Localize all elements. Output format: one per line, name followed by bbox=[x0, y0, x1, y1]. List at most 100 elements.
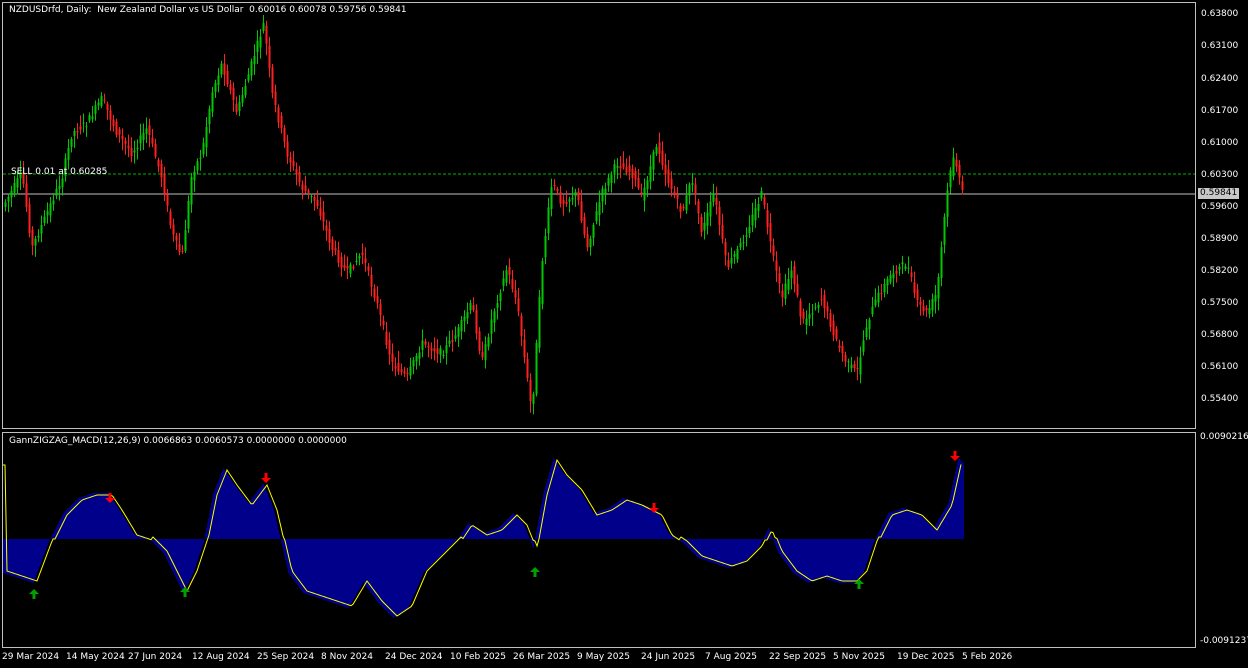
candle-body bbox=[811, 313, 814, 315]
candle-body bbox=[487, 337, 490, 347]
candle bbox=[478, 327, 481, 355]
candle-body bbox=[40, 225, 43, 234]
candle bbox=[817, 301, 820, 313]
candle-body bbox=[556, 188, 559, 192]
candle-body bbox=[607, 177, 610, 186]
candle bbox=[409, 357, 412, 380]
arrow-shaft bbox=[533, 571, 537, 577]
candle-body bbox=[409, 366, 412, 376]
candle-body bbox=[628, 165, 631, 172]
candle bbox=[379, 298, 382, 327]
candle bbox=[760, 187, 763, 201]
candle-body bbox=[796, 283, 799, 296]
candle-body bbox=[655, 146, 658, 154]
candle-body bbox=[286, 141, 289, 157]
candle bbox=[226, 64, 229, 88]
candle bbox=[631, 164, 634, 190]
candle-body bbox=[709, 201, 712, 217]
candle bbox=[883, 278, 886, 298]
arrow-shaft bbox=[857, 583, 861, 589]
candle bbox=[658, 132, 661, 163]
candle bbox=[91, 106, 94, 123]
candle bbox=[526, 352, 529, 382]
candle-body bbox=[238, 101, 241, 112]
candle bbox=[70, 136, 73, 153]
candle bbox=[124, 137, 127, 155]
candle bbox=[367, 263, 370, 277]
candle bbox=[250, 58, 253, 81]
candle bbox=[289, 151, 292, 172]
candle bbox=[568, 196, 571, 213]
candle bbox=[265, 20, 268, 56]
candle bbox=[463, 310, 466, 332]
candle-body bbox=[847, 361, 850, 363]
candle bbox=[655, 143, 658, 156]
candle-body bbox=[301, 184, 304, 191]
candle-body bbox=[844, 354, 847, 362]
candle-body bbox=[196, 161, 199, 171]
candle-body bbox=[145, 128, 148, 134]
candle-body bbox=[805, 318, 808, 326]
candle bbox=[295, 162, 298, 186]
candle-body bbox=[202, 142, 205, 155]
candle-body bbox=[907, 267, 910, 269]
candle-body bbox=[814, 307, 817, 309]
candle bbox=[688, 182, 691, 205]
candle-body bbox=[298, 172, 301, 183]
candle-body bbox=[37, 235, 40, 238]
candle-body bbox=[430, 347, 433, 351]
candle-body bbox=[742, 242, 745, 244]
candle bbox=[601, 185, 604, 213]
candle-body bbox=[337, 249, 340, 263]
candle-body bbox=[124, 140, 127, 144]
candle-body bbox=[553, 184, 556, 186]
candle-body bbox=[226, 70, 229, 85]
candle-body bbox=[220, 63, 223, 75]
candle bbox=[88, 112, 91, 123]
candle-body bbox=[271, 67, 274, 93]
candle bbox=[151, 128, 154, 148]
candle-body bbox=[889, 274, 892, 283]
candle bbox=[562, 195, 565, 216]
candle bbox=[298, 165, 301, 187]
candle-body bbox=[748, 226, 751, 234]
candle bbox=[181, 245, 184, 254]
candle-body bbox=[445, 345, 448, 354]
candle-body bbox=[730, 257, 733, 264]
candle bbox=[73, 127, 76, 148]
price-chart-pane[interactable]: NZDUSDrfd, Daily: New Zealand Dollar vs … bbox=[2, 2, 1196, 429]
candle-body bbox=[334, 247, 337, 251]
candle-body bbox=[70, 138, 73, 147]
candle bbox=[670, 171, 673, 197]
candle bbox=[67, 139, 70, 170]
candle-body bbox=[364, 258, 367, 264]
time-tick-label: 19 Dec 2025 bbox=[897, 652, 955, 662]
candle bbox=[493, 308, 496, 332]
candle-body bbox=[928, 308, 931, 314]
candle bbox=[949, 167, 952, 194]
candle bbox=[874, 288, 877, 308]
candle-body bbox=[763, 197, 766, 206]
candle bbox=[472, 297, 475, 313]
indicator-pane[interactable]: GannZIGZAG_MACD(12,26,9) 0.0066863 0.006… bbox=[2, 432, 1196, 648]
candle-body bbox=[319, 208, 322, 216]
candle-body bbox=[328, 228, 331, 243]
candle-body bbox=[67, 147, 70, 160]
candle-body bbox=[442, 354, 445, 357]
candle-body bbox=[745, 235, 748, 237]
candle bbox=[286, 134, 289, 164]
candle bbox=[421, 329, 424, 358]
candle-body bbox=[346, 265, 349, 269]
candle-body bbox=[253, 56, 256, 65]
candle bbox=[448, 330, 451, 348]
candle bbox=[154, 138, 157, 159]
candle-body bbox=[139, 135, 142, 144]
candle bbox=[652, 149, 655, 181]
candle bbox=[238, 95, 241, 117]
candlestick-chart[interactable] bbox=[3, 3, 1195, 428]
candle-body bbox=[178, 243, 181, 253]
macd-indicator-chart[interactable] bbox=[3, 433, 1195, 647]
candle bbox=[589, 235, 592, 256]
candle bbox=[904, 263, 907, 272]
arrow-shaft bbox=[652, 503, 656, 509]
